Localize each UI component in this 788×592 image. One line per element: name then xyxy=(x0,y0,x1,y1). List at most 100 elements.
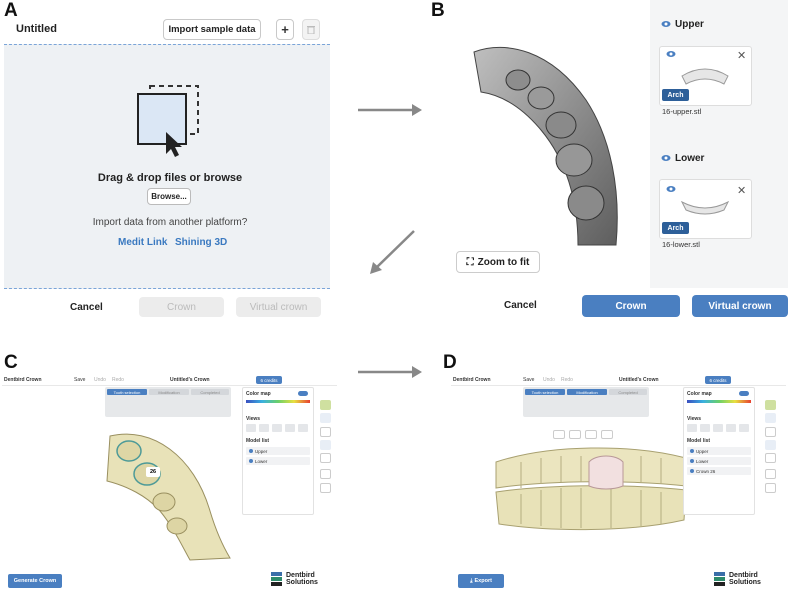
view-icon[interactable] xyxy=(259,424,269,432)
step-modification[interactable]: Modification xyxy=(567,389,607,395)
arch-badge: Arch xyxy=(662,89,689,101)
shining-3d-link[interactable]: Shining 3D xyxy=(175,237,227,248)
zoom-icon[interactable] xyxy=(765,483,776,493)
view-icon[interactable] xyxy=(569,430,581,439)
list-icon[interactable] xyxy=(320,440,331,450)
brand-logo: Dentbird Solutions xyxy=(286,572,318,586)
model-item-lower[interactable]: Lower xyxy=(246,457,310,465)
model-item-upper[interactable]: Upper xyxy=(246,447,310,455)
arrow-down-left-icon xyxy=(370,230,415,274)
view-icon[interactable] xyxy=(601,430,613,439)
step-tooth-selection[interactable]: Tooth selection xyxy=(107,389,147,395)
tool-icon[interactable] xyxy=(765,413,776,423)
lower-arch-thumbnail xyxy=(680,200,730,215)
view-icon[interactable] xyxy=(726,424,736,432)
tool-icon[interactable] xyxy=(320,413,331,423)
save-button[interactable]: Save xyxy=(523,377,534,383)
medit-link[interactable]: Medit Link xyxy=(118,237,167,248)
layers-icon[interactable] xyxy=(765,469,776,479)
add-icon[interactable]: + xyxy=(276,19,294,40)
cancel-button[interactable]: Cancel xyxy=(70,302,103,313)
brand-line1: Dentbird xyxy=(286,572,315,579)
close-icon[interactable]: ✕ xyxy=(737,49,746,62)
document-title[interactable]: Untitled's Crown xyxy=(619,377,659,383)
tool-icon[interactable] xyxy=(320,400,331,410)
undo-button[interactable]: Undo xyxy=(94,377,106,383)
virtual-crown-button[interactable]: Virtual crown xyxy=(692,295,788,317)
eye-icon[interactable] xyxy=(666,50,676,58)
view-icon[interactable] xyxy=(739,424,749,432)
model-list-label: Model list xyxy=(246,438,270,444)
camera-icon[interactable] xyxy=(765,427,776,437)
tool-icon[interactable] xyxy=(320,453,331,463)
layers-icon[interactable] xyxy=(320,469,331,479)
dentition-3d-model[interactable] xyxy=(491,444,691,534)
lower-heading: Lower xyxy=(675,153,705,164)
panel-c-app: Dentbird Crown Save Undo Redo Untitled's… xyxy=(2,374,337,592)
eye-icon[interactable] xyxy=(661,154,671,162)
model-item-upper[interactable]: Upper xyxy=(687,447,751,455)
import-sample-button[interactable]: Import sample data xyxy=(163,19,261,40)
export-button[interactable]: ⤓ Export xyxy=(458,574,504,588)
view-icon[interactable] xyxy=(713,424,723,432)
redo-button[interactable]: Redo xyxy=(112,377,124,383)
zoom-icon[interactable] xyxy=(320,483,331,493)
panel-label-a: A xyxy=(4,0,18,21)
virtual-crown-button[interactable]: Virtual crown xyxy=(236,297,321,317)
generate-crown-button[interactable]: Generate Crown xyxy=(8,574,62,588)
save-button[interactable]: Save xyxy=(74,377,85,383)
arch-3d-model[interactable] xyxy=(102,426,234,561)
view-icon[interactable] xyxy=(700,424,710,432)
panel-label-d: D xyxy=(443,352,457,373)
upper-arch-model[interactable] xyxy=(466,40,636,255)
tool-icon[interactable] xyxy=(765,400,776,410)
view-icon[interactable] xyxy=(687,424,697,432)
cancel-button[interactable]: Cancel xyxy=(504,300,537,311)
export-label: Export xyxy=(474,578,492,584)
camera-icon[interactable] xyxy=(320,427,331,437)
model-list-label: Model list xyxy=(687,438,711,444)
view-icon[interactable] xyxy=(553,430,565,439)
color-map-toggle[interactable] xyxy=(298,391,308,396)
step-tooth-selection[interactable]: Tooth selection xyxy=(525,389,565,395)
undo-button[interactable]: Undo xyxy=(543,377,555,383)
eye-icon[interactable] xyxy=(661,20,671,28)
step-modification[interactable]: Modification xyxy=(149,389,189,395)
redo-button[interactable]: Redo xyxy=(561,377,573,383)
zoom-to-fit-button[interactable]: ⛶ Zoom to fit xyxy=(456,251,540,273)
app-logo: Dentbird Crown xyxy=(4,377,42,383)
trash-icon[interactable] xyxy=(302,19,320,40)
list-icon[interactable] xyxy=(765,440,776,450)
close-icon[interactable]: ✕ xyxy=(737,184,746,197)
model-item-lower[interactable]: Lower xyxy=(687,457,751,465)
dentbird-logo-icon xyxy=(271,572,282,586)
view-icon[interactable] xyxy=(246,424,256,432)
credits-badge[interactable]: 6 credits xyxy=(256,376,282,384)
arrow-right-icon xyxy=(358,104,422,116)
step-completed[interactable]: Completed xyxy=(609,389,647,395)
top-bar: Dentbird Crown Save Undo Redo Untitled's… xyxy=(451,374,786,386)
document-title[interactable]: Untitled's Crown xyxy=(170,377,210,383)
crown-button[interactable]: Crown xyxy=(582,295,680,317)
browse-button[interactable]: Browse... xyxy=(147,188,191,205)
view-icon[interactable] xyxy=(272,424,282,432)
view-icon[interactable] xyxy=(298,424,308,432)
color-map-label: Color map xyxy=(687,391,712,397)
step-bar: Tooth selection Modification Completed xyxy=(105,387,231,417)
color-map-gradient xyxy=(246,400,310,403)
tool-icon[interactable] xyxy=(765,453,776,463)
drop-zone[interactable] xyxy=(4,44,330,289)
credits-badge[interactable]: 6 credits xyxy=(705,376,731,384)
model-item-crown[interactable]: Crown 26 xyxy=(687,467,751,475)
right-toolbar xyxy=(318,387,334,499)
view-icon[interactable] xyxy=(285,424,295,432)
fit-icon: ⛶ xyxy=(466,256,474,268)
color-map-toggle[interactable] xyxy=(739,391,749,396)
step-completed[interactable]: Completed xyxy=(191,389,229,395)
side-panel: Color map Views Model list Upper Lower xyxy=(242,387,314,515)
export-icon: ⤓ xyxy=(470,577,473,584)
upper-filename: 16-upper.stl xyxy=(662,107,702,116)
view-icon[interactable] xyxy=(585,430,597,439)
eye-icon[interactable] xyxy=(666,185,676,193)
crown-button[interactable]: Crown xyxy=(139,297,224,317)
